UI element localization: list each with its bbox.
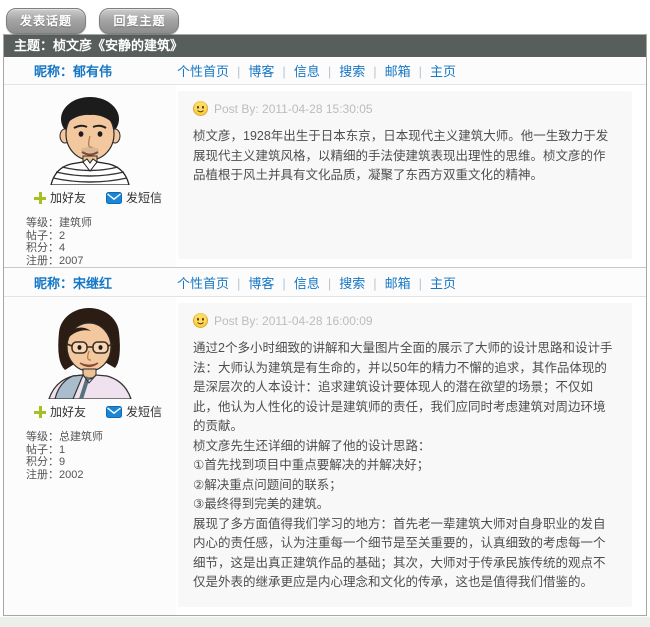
topic-title: 主题：桢文彦《安静的建筑》 [4, 35, 646, 57]
smiley-icon [193, 313, 208, 328]
post1-postby-row: Post By: 2011-04-28 15:30:05 [193, 101, 617, 116]
send-message-button[interactable]: 发短信 [106, 403, 162, 420]
stat-level: 等级：建筑师 [26, 217, 176, 230]
envelope-icon [106, 406, 122, 418]
post2-header: 昵称：宋继红 个性首页 博客 信息 搜索 邮箱 主页 [4, 267, 646, 297]
post2-postby-text: Post By: 2011-04-28 16:00:09 [214, 314, 373, 328]
post1-content-box: Post By: 2011-04-28 15:30:05 桢文彦，1928年出生… [178, 91, 632, 259]
link-homepage[interactable]: 主页 [411, 61, 456, 80]
link-homepage[interactable]: 主页 [411, 273, 456, 292]
post-topic-button[interactable]: 发表话题 [6, 8, 86, 34]
link-blog[interactable]: 博客 [229, 61, 274, 80]
top-toolbar: 发表话题 回复主题 [0, 0, 650, 34]
link-search[interactable]: 搜索 [320, 273, 365, 292]
post1-body: 加好友 发短信 等级：建筑师 帖子：2 积分：4 注册：2007 [4, 85, 646, 267]
add-friend-label: 加好友 [50, 189, 86, 206]
add-friend-label: 加好友 [50, 403, 86, 420]
link-search[interactable]: 搜索 [320, 61, 365, 80]
post2-content-box: Post By: 2011-04-28 16:00:09 通过2个多小时细致的讲… [178, 303, 632, 607]
reply-topic-button[interactable]: 回复主题 [99, 8, 179, 34]
link-info[interactable]: 信息 [274, 273, 319, 292]
link-blog[interactable]: 博客 [229, 273, 274, 292]
link-mailbox[interactable]: 邮箱 [365, 61, 410, 80]
link-info[interactable]: 信息 [274, 61, 319, 80]
plus-icon [34, 192, 46, 204]
thread-container: 主题：桢文彦《安静的建筑》 昵称：郁有伟 个性首页 博客 信息 搜索 邮箱 主页 [3, 34, 647, 616]
avatar-female-illustration [31, 304, 149, 399]
post1-side-actions: 加好友 发短信 [34, 189, 176, 206]
envelope-icon [106, 192, 122, 204]
post1-text: 桢文彦，1928年出生于日本东京，日本现代主义建筑大师。他一生致力于发展现代主义… [193, 127, 617, 186]
plus-icon [34, 406, 46, 418]
smiley-icon [193, 101, 208, 116]
send-message-button[interactable]: 发短信 [106, 189, 162, 206]
stat-posts: 帖子：2 [26, 230, 176, 243]
post1-header: 昵称：郁有伟 个性首页 博客 信息 搜索 邮箱 主页 [4, 57, 646, 85]
post2-sidebar: 加好友 发短信 等级：总建筑师 帖子：1 积分：9 注册：2002 [4, 297, 176, 615]
post2-side-actions: 加好友 发短信 [34, 403, 176, 420]
post2-user-links: 个性首页 博客 信息 搜索 邮箱 主页 [177, 273, 456, 292]
post2-postby-row: Post By: 2011-04-28 16:00:09 [193, 313, 617, 328]
post2-user-stats: 等级：总建筑师 帖子：1 积分：9 注册：2002 [26, 431, 176, 481]
post1-content-col: Post By: 2011-04-28 15:30:05 桢文彦，1928年出生… [176, 85, 646, 267]
post2-body: 加好友 发短信 等级：总建筑师 帖子：1 积分：9 注册：2002 [4, 297, 646, 615]
link-mailbox[interactable]: 邮箱 [365, 273, 410, 292]
add-friend-button[interactable]: 加好友 [34, 403, 86, 420]
add-friend-button[interactable]: 加好友 [34, 189, 86, 206]
post1-user-links: 个性首页 博客 信息 搜索 邮箱 主页 [177, 61, 456, 80]
post1-postby-text: Post By: 2011-04-28 15:30:05 [214, 102, 373, 116]
post1-user-stats: 等级：建筑师 帖子：2 积分：4 注册：2007 [26, 217, 176, 267]
stat-points: 积分：9 [26, 456, 176, 469]
post2-text: 通过2个多小时细致的讲解和大量图片全面的展示了大师的设计思路和设计手法：大师认为… [193, 339, 617, 593]
stat-points: 积分：4 [26, 242, 176, 255]
page-footer-strip [0, 616, 650, 627]
stat-posts: 帖子：1 [26, 444, 176, 457]
avatar-male-illustration [31, 92, 149, 185]
post2-nickname: 昵称：宋继红 [34, 273, 177, 292]
post2-content-col: Post By: 2011-04-28 16:00:09 通过2个多小时细致的讲… [176, 297, 646, 615]
link-profile-home[interactable]: 个性首页 [177, 273, 229, 292]
post1-nickname: 昵称：郁有伟 [34, 61, 177, 80]
stat-level: 等级：总建筑师 [26, 431, 176, 444]
send-message-label: 发短信 [126, 189, 162, 206]
post1-sidebar: 加好友 发短信 等级：建筑师 帖子：2 积分：4 注册：2007 [4, 85, 176, 267]
send-message-label: 发短信 [126, 403, 162, 420]
stat-registered: 注册：2007 [26, 255, 176, 268]
stat-registered: 注册：2002 [26, 469, 176, 482]
link-profile-home[interactable]: 个性首页 [177, 61, 229, 80]
